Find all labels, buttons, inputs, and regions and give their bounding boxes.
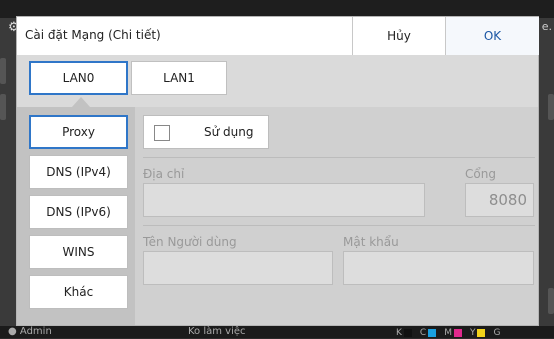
network-settings-dialog: Cài đặt Mạng (Chi tiết) Hủy OK LAN0 LAN1… [16, 16, 539, 326]
background-strip [548, 94, 554, 120]
tab-lan0[interactable]: LAN0 [29, 61, 128, 95]
ink-label-c: C [419, 328, 427, 338]
tab-lan1[interactable]: LAN1 [131, 61, 227, 95]
ink-label-k: K [396, 328, 402, 338]
use-proxy-checkbox[interactable] [154, 125, 170, 141]
ink-y-icon [477, 329, 486, 337]
ink-label-g: G [493, 328, 501, 338]
background-strip [0, 94, 6, 120]
password-field[interactable] [343, 251, 534, 285]
ink-k-icon [403, 329, 412, 337]
sidebar-item-dns-ipv6[interactable]: DNS (IPv6) [29, 195, 128, 229]
username-field[interactable] [143, 251, 333, 285]
sidebar-item-dns-ipv4[interactable]: DNS (IPv4) [29, 155, 128, 189]
ink-label-m: M [444, 328, 452, 338]
ink-levels: K C M Y G [396, 327, 500, 339]
tab-pointer [72, 97, 90, 107]
divider [143, 225, 535, 226]
sidebar-item-proxy[interactable]: Proxy [29, 115, 128, 149]
password-label: Mật khẩu [343, 235, 399, 249]
port-label: Cổng [465, 167, 496, 181]
use-proxy-label: Sử dụng [204, 125, 254, 139]
background-text: e. [541, 20, 552, 33]
background-strip [548, 288, 554, 314]
ink-label-y: Y [469, 328, 476, 338]
address-field[interactable] [143, 183, 425, 217]
lan-tab-bar: LAN0 LAN1 [17, 55, 538, 107]
status-user: ● Admin [8, 326, 52, 338]
port-field[interactable]: 8080 [465, 183, 534, 217]
username-label: Tên Người dùng [143, 235, 237, 249]
divider [143, 157, 535, 158]
ok-button[interactable]: OK [445, 17, 539, 55]
status-user-name: Admin [19, 326, 52, 337]
ink-m-icon [453, 329, 462, 337]
sidebar-item-wins[interactable]: WINS [29, 235, 128, 269]
status-bar: ● Admin Ko làm việc K C M Y G [0, 326, 554, 338]
ink-c-icon [428, 329, 437, 337]
sidebar-item-other[interactable]: Khác [29, 275, 128, 309]
proxy-settings-panel: Sử dụng Địa chỉ Cổng 8080 Tên Người dùng… [135, 107, 538, 325]
address-label: Địa chỉ [143, 167, 185, 181]
background-strip [0, 58, 6, 84]
sidebar: Proxy DNS (IPv4) DNS (IPv6) WINS Khác [17, 107, 135, 325]
dialog-title: Cài đặt Mạng (Chi tiết) [25, 28, 161, 42]
user-icon: ● [8, 326, 17, 337]
dialog-titlebar: Cài đặt Mạng (Chi tiết) Hủy OK [17, 17, 539, 56]
status-state: Ko làm việc [188, 326, 246, 337]
cancel-button[interactable]: Hủy [352, 17, 445, 55]
use-proxy-toggle[interactable]: Sử dụng [143, 115, 269, 149]
